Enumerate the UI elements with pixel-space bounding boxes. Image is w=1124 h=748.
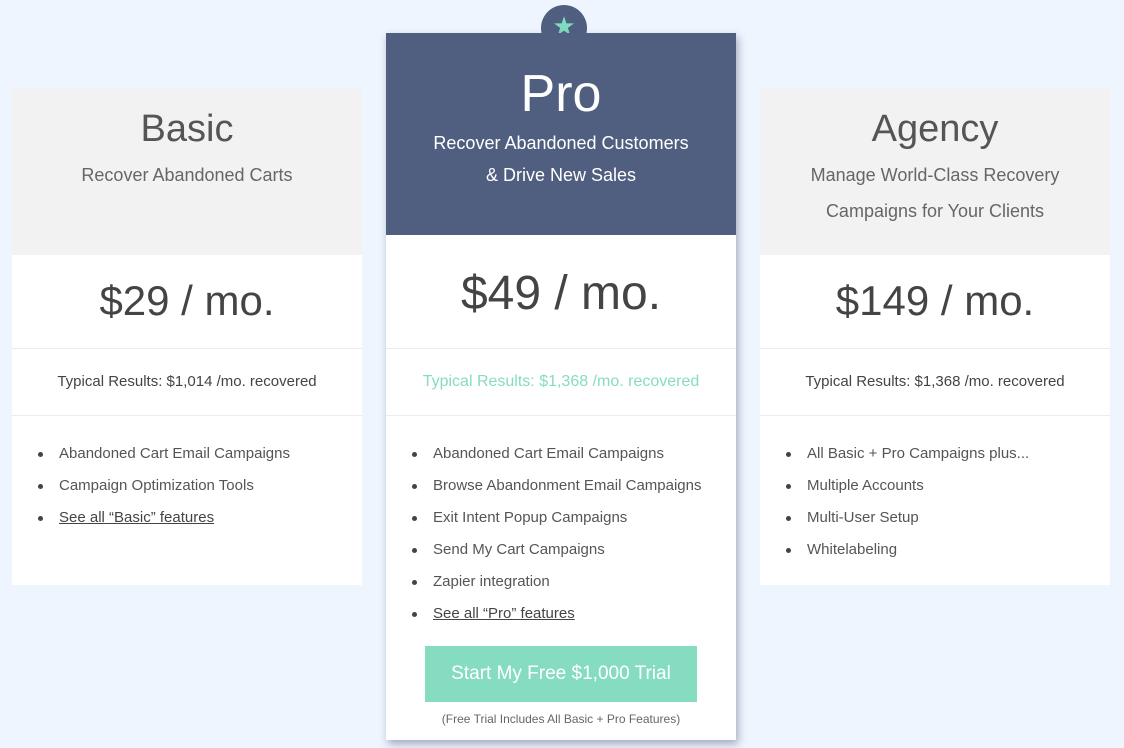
typical-results: Typical Results: $1,014 /mo. recovered bbox=[12, 349, 362, 416]
feature-item: Abandoned Cart Email Campaigns bbox=[38, 438, 362, 470]
feature-item: Campaign Optimization Tools bbox=[38, 470, 362, 502]
feature-item: Abandoned Cart Email Campaigns bbox=[412, 438, 736, 470]
start-free-trial-button[interactable]: Start My Free $1,000 Trial bbox=[425, 646, 697, 702]
feature-list: All Basic + Pro Campaigns plus... Multip… bbox=[760, 416, 1110, 566]
plan-name: Agency bbox=[871, 108, 999, 150]
plan-tagline: Recover Abandoned Carts bbox=[81, 165, 293, 185]
feature-item: All Basic + Pro Campaigns plus... bbox=[786, 438, 1110, 470]
typical-results: Typical Results: $1,368 /mo. recovered bbox=[760, 349, 1110, 416]
feature-item: Multiple Accounts bbox=[786, 470, 1110, 502]
plan-tagline-line: Recover Abandoned Customers bbox=[433, 133, 689, 153]
trial-note: (Free Trial Includes All Basic + Pro Fea… bbox=[441, 712, 681, 726]
plan-name: Basic bbox=[140, 108, 234, 150]
feature-item: Send My Cart Campaigns bbox=[412, 534, 736, 566]
plan-price: $29 / mo. bbox=[12, 255, 362, 349]
plan-tagline: Recover Abandoned Customers & Drive New … bbox=[386, 127, 736, 191]
cta-section: Start My Free $1,000 Trial (Free Trial I… bbox=[386, 646, 736, 726]
plan-tagline-line: Manage World-Class Recovery bbox=[810, 165, 1060, 185]
feature-item: Exit Intent Popup Campaigns bbox=[412, 502, 736, 534]
feature-item: Browse Abandonment Email Campaigns bbox=[412, 470, 736, 502]
feature-item: See all “Pro” features bbox=[412, 598, 736, 630]
typical-results: Typical Results: $1,368 /mo. recovered bbox=[386, 349, 736, 416]
plan-header: Basic Recover Abandoned Carts bbox=[12, 89, 362, 255]
feature-list: Abandoned Cart Email Campaigns Campaign … bbox=[12, 416, 362, 534]
feature-item: See all “Basic” features bbox=[38, 502, 362, 534]
plan-price: $49 / mo. bbox=[386, 235, 736, 349]
plan-header: Agency Manage World-Class Recovery Campa… bbox=[760, 89, 1110, 255]
plan-card-agency: Agency Manage World-Class Recovery Campa… bbox=[760, 89, 1110, 585]
plan-tagline-line: Campaigns for Your Clients bbox=[825, 201, 1045, 221]
plan-card-pro: Pro Recover Abandoned Customers & Drive … bbox=[386, 33, 736, 740]
feature-list: Abandoned Cart Email Campaigns Browse Ab… bbox=[386, 416, 736, 630]
plan-name: Pro bbox=[520, 65, 602, 123]
feature-item: Multi-User Setup bbox=[786, 502, 1110, 534]
see-all-pro-features-link[interactable]: See all “Pro” features bbox=[433, 605, 575, 622]
plan-price: $149 / mo. bbox=[760, 255, 1110, 349]
plan-tagline-line: & Drive New Sales bbox=[485, 165, 637, 185]
plan-tagline: Manage World-Class Recovery Campaigns fo… bbox=[760, 157, 1110, 229]
feature-item: Whitelabeling bbox=[786, 534, 1110, 566]
feature-item: Zapier integration bbox=[412, 566, 736, 598]
plan-header: Pro Recover Abandoned Customers & Drive … bbox=[386, 33, 736, 235]
see-all-basic-features-link[interactable]: See all “Basic” features bbox=[59, 509, 214, 526]
plan-card-basic: Basic Recover Abandoned Carts $29 / mo. … bbox=[12, 89, 362, 585]
